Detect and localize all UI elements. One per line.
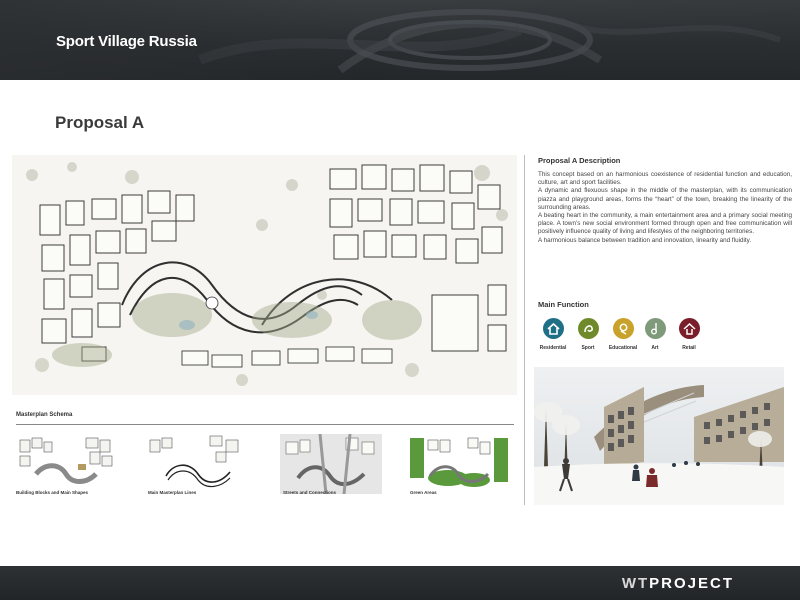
sport-icon <box>577 318 599 339</box>
description-title: Proposal A Description <box>538 156 621 165</box>
schema-label: Green Areas <box>410 490 437 495</box>
educational-icon <box>612 318 634 339</box>
functions-title: Main Function <box>538 300 589 309</box>
brand-logo-prefix: WT <box>621 575 650 592</box>
schema-label: Building Blocks and Main Shapes <box>16 490 89 495</box>
description-body: This concept based on an harmonious coex… <box>538 171 792 245</box>
description-paragraph: This concept based on an harmonious coex… <box>538 171 792 187</box>
brand-logo: WTPROJECT <box>622 575 734 592</box>
schema-diagram-building-blocks <box>19 437 113 484</box>
schema-diagram-streets <box>280 434 382 494</box>
description-paragraph: A harmonious balance between tradition a… <box>538 236 752 244</box>
winter-village-rendering <box>534 367 784 505</box>
masterplan-drawing <box>12 155 517 395</box>
brand-logo-suffix: PROJECT <box>649 575 734 592</box>
function-retail: Retail <box>668 318 710 351</box>
schema-label: Main Masterplan Lines <box>148 490 197 495</box>
art-icon <box>644 318 666 339</box>
schema-label: Streets and Connections <box>283 490 337 495</box>
column-divider <box>524 155 525 505</box>
schema-divider <box>16 424 514 425</box>
footer-bar: WTPROJECT <box>0 566 800 600</box>
header-title: Sport Village Russia <box>56 33 197 50</box>
page-title: Proposal A <box>55 113 145 132</box>
retail-icon <box>678 318 700 339</box>
schema-title: Masterplan Schema <box>16 412 73 418</box>
description-paragraph: A dynamic and flexuous shape in the midd… <box>538 187 792 211</box>
description-paragraph: A beating heart in the community, a main… <box>538 212 792 236</box>
house-icon <box>542 318 564 339</box>
header-banner: Sport Village Russia <box>0 0 800 80</box>
function-label: Retail <box>682 345 696 351</box>
schema-diagram-main-lines <box>149 435 239 488</box>
schema-diagram-green-areas <box>410 437 508 487</box>
